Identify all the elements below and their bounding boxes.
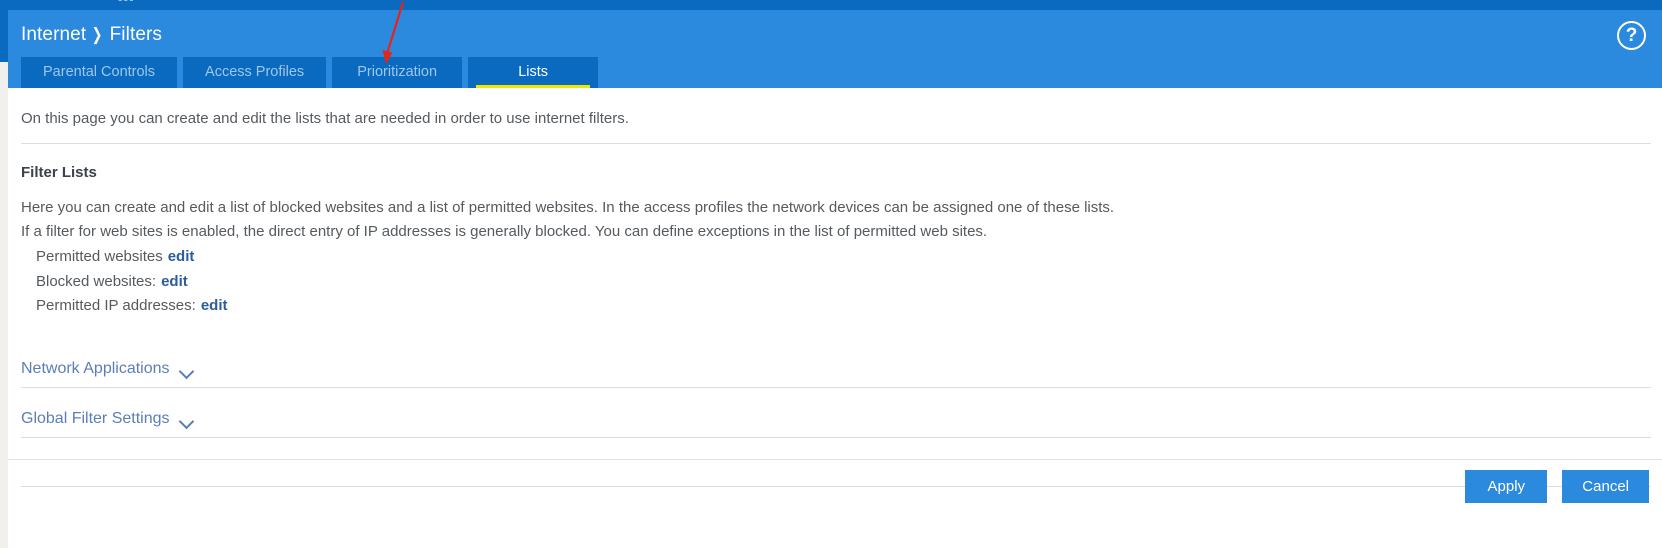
help-icon[interactable]: ? (1617, 21, 1646, 50)
divider-top (21, 143, 1651, 144)
edit-link-permitted-websites[interactable]: edit (168, 248, 195, 265)
footer-button-row: Apply Cancel (1465, 470, 1649, 503)
edit-link-blocked-websites[interactable]: edit (161, 273, 188, 290)
list-item-label: Blocked websites: (36, 273, 157, 290)
browser-chrome-strip: · · · ▪▪▪ · (0, 0, 1662, 10)
main-panel: On this page you can create and edit the… (8, 88, 1662, 548)
footer-divider (8, 459, 1662, 460)
divider-below-network-applications (21, 437, 1651, 438)
apply-button[interactable]: Apply (1465, 470, 1548, 503)
list-item-label: Permitted IP addresses: (36, 297, 196, 314)
breadcrumb: Internet ❯ Filters (21, 24, 162, 46)
list-item-label: Permitted websites (36, 248, 163, 265)
page-left-margin-header (0, 10, 8, 62)
edit-link-permitted-ip-addresses[interactable]: edit (201, 297, 228, 314)
tab-bar: Parental Controls Access Profiles Priori… (21, 57, 599, 88)
breadcrumb-item-filters[interactable]: Filters (110, 24, 162, 45)
section-description-line-2: If a filter for web sites is enabled, th… (21, 223, 988, 240)
tab-lists[interactable]: Lists (468, 57, 599, 88)
breadcrumb-separator-icon: ❯ (92, 25, 103, 44)
section-title-filter-lists: Filter Lists (21, 164, 97, 181)
section-description-line-1: Here you can create and edit a list of b… (21, 199, 1115, 216)
collapsible-label: Global Filter Settings (21, 410, 170, 427)
page-intro-text: On this page you can create and edit the… (21, 110, 629, 127)
page-header: Internet ❯ Filters ? Parental Controls Acc… (8, 10, 1662, 88)
page-left-margin (0, 10, 8, 548)
tab-prioritization[interactable]: Prioritization (332, 57, 463, 88)
breadcrumb-item-internet[interactable]: Internet (21, 24, 86, 45)
list-item-permitted-websites: Permitted websites edit (36, 248, 194, 265)
list-item-blocked-websites: Blocked websites: edit (36, 273, 188, 290)
divider-below-global-filter-settings (21, 486, 1651, 487)
tab-parental-controls[interactable]: Parental Controls (21, 57, 178, 88)
divider-above-network-applications (21, 387, 1651, 388)
list-item-permitted-ip-addresses: Permitted IP addresses: edit (36, 297, 227, 314)
tab-access-profiles[interactable]: Access Profiles (183, 57, 327, 88)
collapsible-label: Network Applications (21, 360, 170, 377)
chevron-down-icon (180, 363, 195, 378)
cancel-button[interactable]: Cancel (1562, 470, 1649, 503)
chevron-down-icon (180, 413, 195, 428)
collapsible-global-filter-settings[interactable]: Global Filter Settings (21, 410, 195, 428)
collapsible-network-applications[interactable]: Network Applications (21, 360, 195, 378)
browser-chrome-partial-text: · · · ▪▪▪ · (88, 0, 145, 6)
